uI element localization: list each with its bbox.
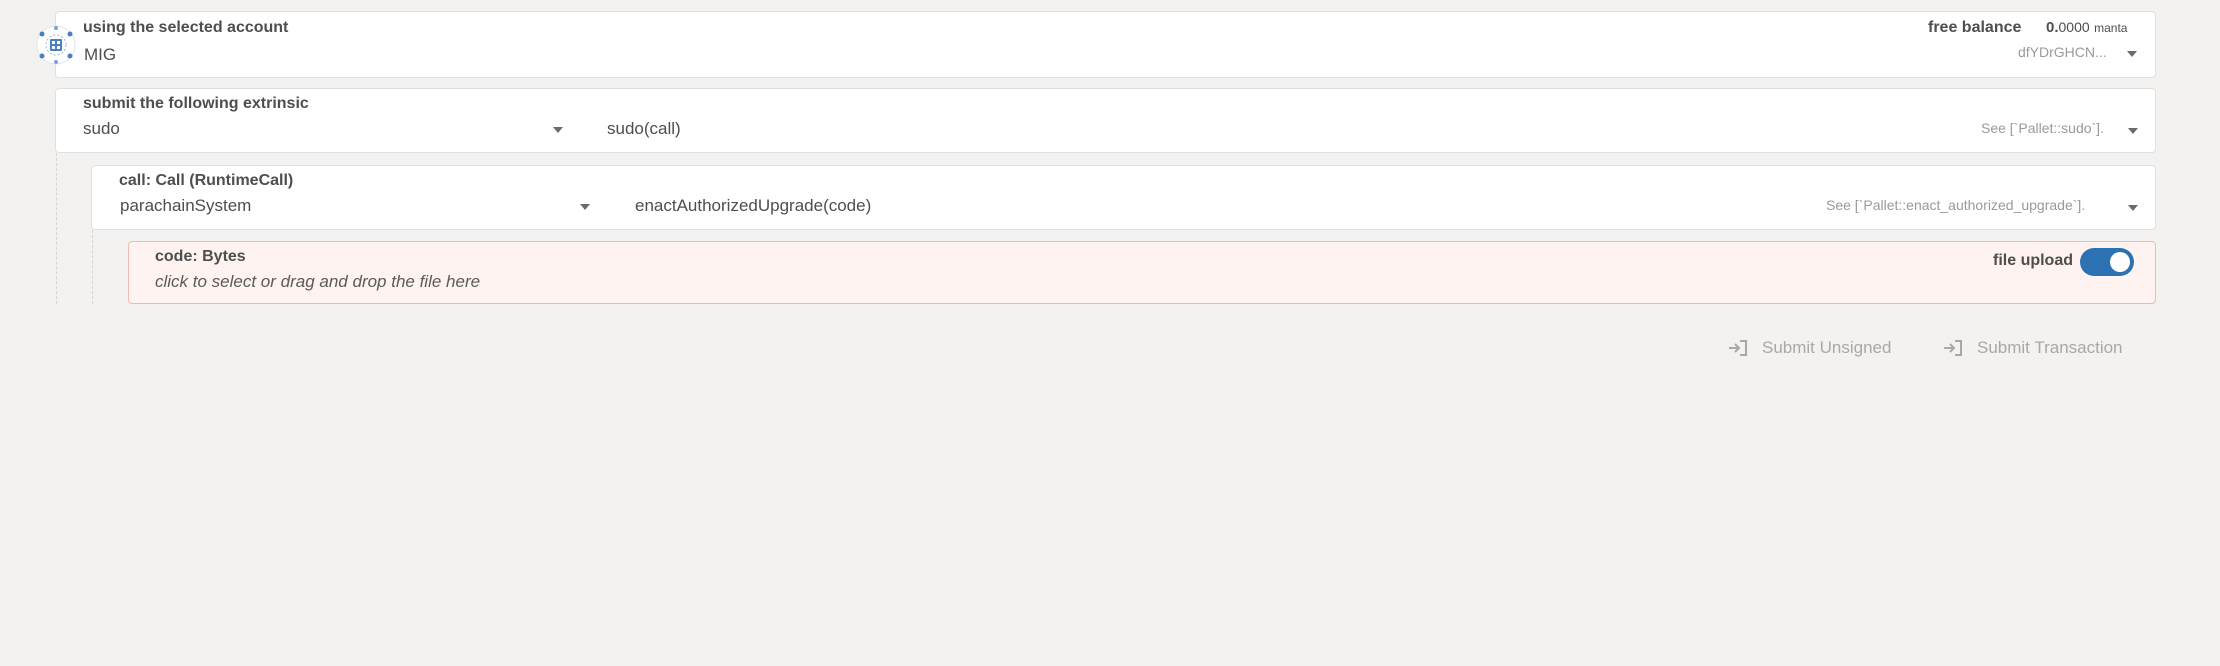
- extrinsic-pallet-select[interactable]: sudo: [83, 119, 120, 139]
- extrinsic-method-select[interactable]: sudo(call): [607, 119, 681, 139]
- call-method-dropdown-icon[interactable]: [2128, 205, 2138, 211]
- account-section[interactable]: [55, 11, 2156, 78]
- submit-unsigned-label: Submit Unsigned: [1762, 338, 1892, 357]
- sign-in-icon: [1944, 340, 1962, 356]
- extrinsic-pallet-dropdown-icon[interactable]: [553, 127, 563, 133]
- nesting-guide: [92, 230, 93, 304]
- code-label: code: Bytes: [155, 248, 246, 265]
- extrinsic-doc-hint: See [`Pallet::sudo`].: [1981, 120, 2104, 136]
- call-label: call: Call (RuntimeCall): [119, 172, 294, 189]
- sign-in-icon: [1729, 340, 1747, 356]
- code-placeholder[interactable]: click to select or drag and drop the fil…: [155, 272, 480, 292]
- submit-transaction-button[interactable]: Submit Transaction: [1943, 338, 2123, 358]
- account-label: using the selected account: [83, 19, 289, 36]
- extrinsic-section[interactable]: [55, 88, 2156, 153]
- call-pallet-select[interactable]: parachainSystem: [120, 196, 251, 216]
- extrinsic-label: submit the following extrinsic: [83, 95, 309, 112]
- account-avatar: [36, 25, 76, 65]
- account-name: MIG: [84, 45, 117, 64]
- free-balance-value: 0.0000 manta: [2046, 19, 2127, 37]
- call-pallet-dropdown-icon[interactable]: [580, 204, 590, 210]
- extrinsic-method-dropdown-icon[interactable]: [2128, 128, 2138, 134]
- submit-unsigned-button[interactable]: Submit Unsigned: [1728, 338, 1891, 358]
- balance-fraction: 0000: [2058, 19, 2090, 35]
- file-upload-toggle[interactable]: [2080, 248, 2134, 276]
- toggle-knob: [2110, 252, 2130, 272]
- account-dropdown-icon[interactable]: [2127, 51, 2137, 57]
- balance-integer: 0.: [2046, 19, 2059, 36]
- call-method-select[interactable]: enactAuthorizedUpgrade(code): [635, 196, 871, 216]
- free-balance-label: free balance: [1928, 19, 2022, 36]
- identicon-icon: [36, 25, 76, 65]
- nesting-guide: [56, 153, 57, 304]
- account-address: dfYDrGHCN...: [2018, 44, 2107, 60]
- file-upload-label: file upload: [1993, 252, 2073, 269]
- call-doc-hint: See [`Pallet::enact_authorized_upgrade`]…: [1826, 197, 2086, 213]
- balance-unit: manta: [2094, 21, 2128, 35]
- submit-transaction-label: Submit Transaction: [1977, 338, 2123, 357]
